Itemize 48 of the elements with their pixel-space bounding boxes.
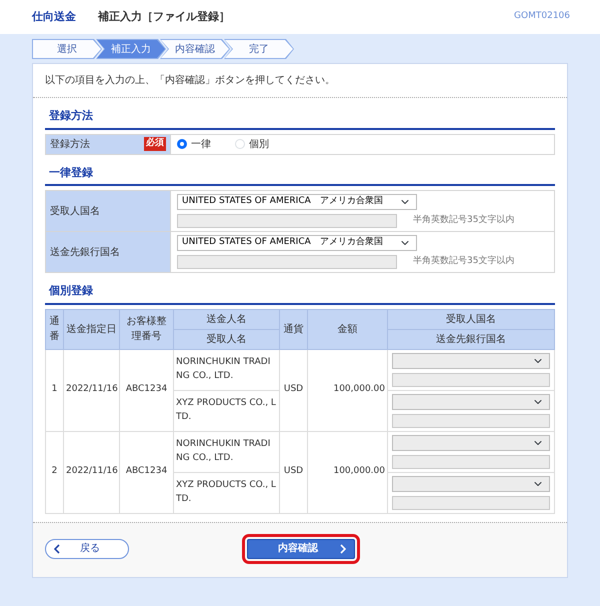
service-title: 仕向送金 [32,8,76,25]
chevron-right-icon [340,544,346,554]
row-number: 1 [52,384,58,394]
sender-name: NORINCHUKIN TRADING CO., LTD. [176,439,270,462]
input-hint: 半角英数記号35文字以内 [413,255,514,268]
column-header: お客様整理番号 [120,309,174,349]
back-button[interactable]: 戻る [45,538,129,558]
instruction-text: 以下の項目を入力の上、「内容確認」ボタンを押してください。 [33,64,567,98]
radio-option[interactable]: 個別 [235,136,269,152]
chevron-left-icon [54,544,60,554]
field-label: 受取人国名 [50,206,100,216]
radio-button[interactable] [177,139,187,149]
country-select[interactable]: UNITED STATES OF AMERICA アメリカ合衆国 [177,194,417,210]
column-header: 通番 [46,309,64,349]
sender-name: NORINCHUKIN TRADING CO., LTD. [176,357,270,380]
radio-option[interactable]: 一律 [177,136,211,152]
step-indicator: 完了 [224,39,294,59]
amount-cell: 100,000.00 [333,466,385,476]
page-title: 補正入力［ファイル登録］ [98,8,230,25]
input-hint: 半角英数記号35文字以内 [413,214,514,228]
section-heading: 登録方法 [45,102,555,130]
field-label: 登録方法 [50,138,90,152]
amount-cell: 100,000.00 [333,384,385,394]
recipient-name: XYZ PRODUCTS CO., LTD. [176,480,276,504]
column-header: 送金人名 [174,309,280,329]
row-number: 2 [52,466,58,476]
section-heading: 一律登録 [45,158,555,186]
step-indicator: 内容確認 [160,39,230,59]
field-label: 送金先銀行国名 [50,246,120,258]
column-header: 受取人名 [174,329,280,349]
date-cell: 2022/11/16 [66,384,118,394]
column-header: 通貨 [280,309,308,349]
column-header: 送金先銀行国名 [388,329,554,349]
section-heading: 個別登録 [45,277,555,304]
recipient-name: XYZ PRODUCTS CO., LTD. [176,398,276,422]
currency-cell: USD [284,384,304,394]
country-select[interactable]: UNITED STATES OF AMERICA アメリカ合衆国 [177,235,417,251]
column-header: 受取人国名 [388,309,554,329]
step-indicator: 補正入力 [96,39,166,59]
reference-number: ABC1234 [126,466,168,476]
required-badge: 必須 [144,137,166,151]
column-header: 金額 [308,309,388,349]
date-cell: 2022/11/16 [66,466,118,476]
step-indicator: 選択 [32,39,102,59]
reference-number: ABC1234 [126,384,168,394]
screen-id: GOMT02106 [514,10,570,24]
currency-cell: USD [284,466,304,476]
column-header: 送金指定日 [64,309,120,349]
